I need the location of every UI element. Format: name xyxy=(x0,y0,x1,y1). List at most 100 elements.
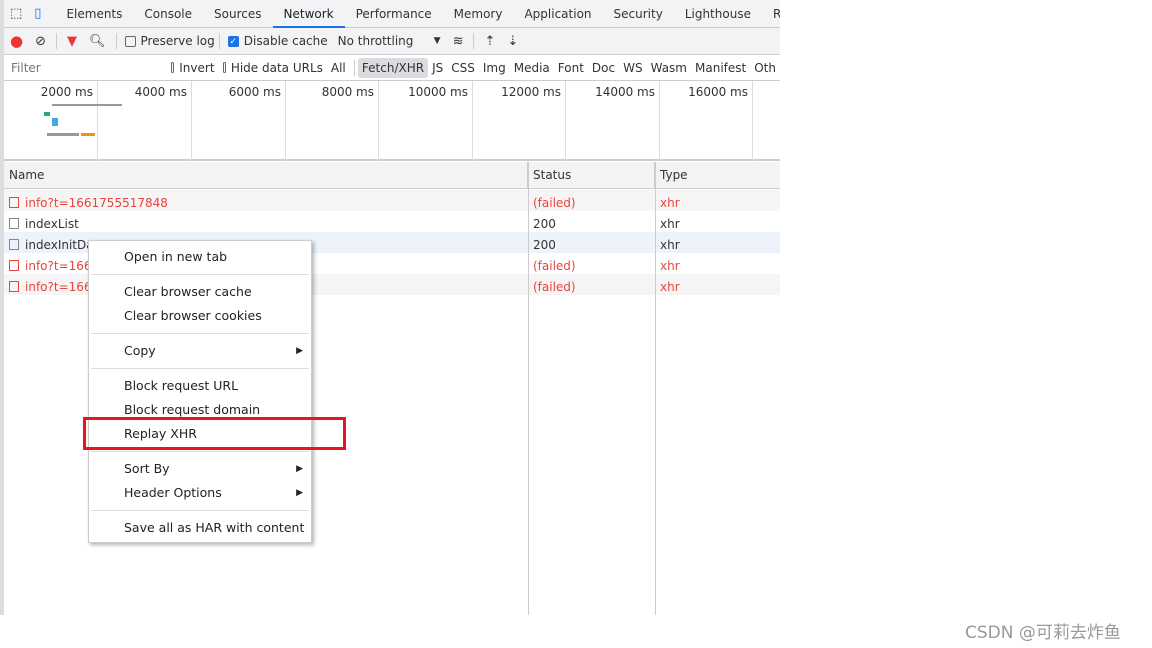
tab-security[interactable]: Security xyxy=(603,0,674,28)
filter-icon[interactable]: ▼ xyxy=(67,34,77,49)
tab-memory[interactable]: Memory xyxy=(443,0,514,28)
filter-ws[interactable]: WS xyxy=(619,58,646,78)
throttling-select[interactable]: No throttling xyxy=(338,34,428,48)
request-icon xyxy=(9,281,19,292)
timeline-tick: 10000 ms xyxy=(379,81,473,161)
filter-input[interactable] xyxy=(8,57,161,78)
cell-status: (failed) xyxy=(533,280,576,294)
filter-fetch-xhr[interactable]: Fetch/XHR xyxy=(357,57,429,78)
cell-type: xhr xyxy=(660,259,680,273)
timeline-bar xyxy=(52,118,58,126)
menu-copy[interactable]: Copy ▶ xyxy=(89,339,311,363)
menu-clear-browser-cache[interactable]: Clear browser cache xyxy=(89,280,311,304)
hide-data-urls-checkbox[interactable] xyxy=(222,62,226,73)
column-name[interactable]: Name xyxy=(4,162,528,188)
tab-recorder[interactable]: Reco xyxy=(762,0,780,28)
filter-bar: Invert Hide data URLs All Fetch/XHR JS C… xyxy=(4,55,780,81)
cell-type: xhr xyxy=(660,280,680,294)
divider xyxy=(218,33,220,49)
invert-label: Invert xyxy=(179,60,215,75)
table-row[interactable]: indexList 200 xhr xyxy=(4,211,780,232)
filter-other[interactable]: Oth xyxy=(750,58,780,78)
menu-sort-by[interactable]: Sort By ▶ xyxy=(89,457,311,481)
menu-sort-by-label: Sort By xyxy=(124,461,170,476)
menu-open-in-new-tab[interactable]: Open in new tab xyxy=(89,245,311,269)
menu-copy-label: Copy xyxy=(124,343,156,358)
divider xyxy=(115,33,117,49)
search-icon[interactable]: 🔍︎ xyxy=(89,34,106,49)
filter-manifest[interactable]: Manifest xyxy=(691,58,750,78)
record-icon[interactable]: ● xyxy=(10,32,23,50)
column-status[interactable]: Status xyxy=(528,162,655,188)
menu-header-options[interactable]: Header Options ▶ xyxy=(89,481,311,505)
request-icon xyxy=(9,218,19,229)
invert-checkbox[interactable] xyxy=(171,62,175,73)
cell-status: 200 xyxy=(533,238,556,252)
filter-css[interactable]: CSS xyxy=(447,58,479,78)
filter-js[interactable]: JS xyxy=(428,58,447,78)
clear-icon[interactable]: ⊘ xyxy=(35,34,46,49)
panel-tabs: ⬚ ▯ Elements Console Sources Network Per… xyxy=(4,0,780,28)
timeline-tick: 6000 ms xyxy=(192,81,286,161)
disable-cache-checkbox[interactable]: ✓ xyxy=(227,35,239,47)
menu-separator xyxy=(91,333,309,334)
context-menu: Open in new tab Clear browser cache Clea… xyxy=(88,240,312,543)
filter-media[interactable]: Media xyxy=(510,58,554,78)
request-name: indexInitDa xyxy=(25,238,94,252)
filter-wasm[interactable]: Wasm xyxy=(647,58,691,78)
tab-application[interactable]: Application xyxy=(513,0,602,28)
tab-sources[interactable]: Sources xyxy=(203,0,272,28)
menu-separator xyxy=(91,451,309,452)
cell-type: xhr xyxy=(660,238,680,252)
network-toolbar: ● ⊘ ▼ 🔍︎ Preserve log ✓ Disable cache No… xyxy=(4,28,780,55)
cell-status: 200 xyxy=(533,217,556,231)
timeline-bar xyxy=(52,104,122,106)
cell-type: xhr xyxy=(660,196,680,210)
timeline-bar xyxy=(44,112,50,116)
timeline-tick: 12000 ms xyxy=(472,81,566,161)
inspect-element-icon[interactable]: ⬚ xyxy=(10,6,22,21)
watermark: CSDN @可莉去炸鱼 xyxy=(965,623,1121,643)
filter-doc[interactable]: Doc xyxy=(588,58,619,78)
tab-network[interactable]: Network xyxy=(272,0,345,28)
request-name: info?t=166 xyxy=(25,259,92,273)
filter-img[interactable]: Img xyxy=(479,58,510,78)
download-icon[interactable]: ⇣ xyxy=(507,34,518,49)
timeline-overview[interactable]: 2000 ms 4000 ms 6000 ms 8000 ms 10000 ms… xyxy=(4,81,780,161)
cell-type: xhr xyxy=(660,217,680,231)
divider xyxy=(473,33,475,49)
chevron-down-icon[interactable]: ▼ xyxy=(434,36,441,46)
tab-lighthouse[interactable]: Lighthouse xyxy=(674,0,762,28)
preserve-log-checkbox[interactable] xyxy=(124,35,136,47)
menu-block-request-url[interactable]: Block request URL xyxy=(89,374,311,398)
tab-performance[interactable]: Performance xyxy=(345,0,443,28)
timeline-bar xyxy=(47,133,79,136)
device-toolbar-icon[interactable]: ▯ xyxy=(34,6,41,21)
network-conditions-icon[interactable]: ≋ xyxy=(453,34,464,49)
request-name: info?t=166 xyxy=(25,280,92,294)
menu-separator xyxy=(91,274,309,275)
request-name: indexList xyxy=(25,217,79,231)
menu-clear-browser-cookies[interactable]: Clear browser cookies xyxy=(89,304,311,328)
column-divider xyxy=(528,162,529,615)
hide-data-urls-label: Hide data URLs xyxy=(230,60,323,75)
tab-console[interactable]: Console xyxy=(133,0,203,28)
timeline-bar xyxy=(81,133,95,136)
timeline-tick: 8000 ms xyxy=(285,81,379,161)
timeline-tick: 4000 ms xyxy=(98,81,192,161)
upload-icon[interactable]: ⇡ xyxy=(484,34,495,49)
menu-separator xyxy=(91,368,309,369)
request-name: info?t=1661755517848 xyxy=(25,196,168,210)
divider xyxy=(56,33,57,49)
menu-save-har[interactable]: Save all as HAR with content xyxy=(89,516,311,540)
request-icon xyxy=(9,260,19,271)
filter-all[interactable]: All xyxy=(327,58,350,78)
column-divider xyxy=(655,162,656,615)
submenu-arrow-icon: ▶ xyxy=(296,346,303,356)
submenu-arrow-icon: ▶ xyxy=(296,488,303,498)
tab-elements[interactable]: Elements xyxy=(55,0,133,28)
filter-font[interactable]: Font xyxy=(554,58,588,78)
table-row[interactable]: info?t=1661755517848 (failed) xhr xyxy=(4,190,780,211)
column-type[interactable]: Type xyxy=(655,162,780,188)
menu-header-options-label: Header Options xyxy=(124,485,222,500)
